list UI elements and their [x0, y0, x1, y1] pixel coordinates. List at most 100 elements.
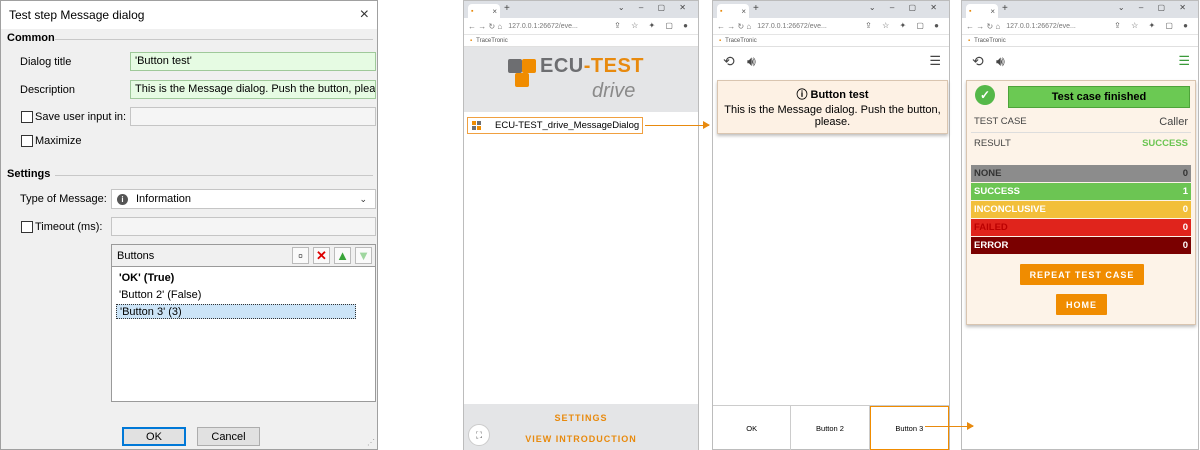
description-field[interactable]: This is the Message dialog. Push the but…: [130, 80, 376, 99]
address-bar[interactable]: ← → ↻ ⌂ 127.0.0.1:26672/eve... ⇪ ☆ ✦ ▢ ●: [713, 18, 949, 35]
favicon-icon: ▪: [969, 7, 972, 15]
stat-failed: FAILED 0: [971, 219, 1191, 236]
stat-value: 0: [1182, 240, 1188, 251]
stat-value: 0: [1182, 168, 1188, 179]
move-down-icon[interactable]: ▼: [355, 247, 372, 264]
address-bar[interactable]: ← → ↻ ⌂ 127.0.0.1:26672/eve... ⇪ ☆ ✦ ▢ ●: [962, 18, 1198, 35]
resize-grip-icon[interactable]: ⋰: [367, 438, 375, 447]
type-of-message-value: Information: [136, 193, 192, 205]
bookmark-bar: ▪ TraceTronic: [962, 35, 1198, 47]
testcase-icon: [472, 121, 481, 130]
list-check-icon[interactable]: ☰: [1178, 53, 1190, 69]
extension-icons[interactable]: ⇪ ☆ ✦ ▢ ●: [1114, 21, 1192, 30]
new-tab-icon[interactable]: +: [1002, 3, 1008, 14]
favicon-icon: ▪: [720, 7, 723, 15]
save-input-label: Save user input in:: [35, 111, 127, 123]
maximize-checkbox[interactable]: [21, 135, 33, 147]
button-2[interactable]: Button 2: [791, 406, 870, 450]
testcase-label: ECU-TEST_drive_MessageDialog: [495, 120, 640, 131]
browser-tab[interactable]: ▪ ×: [468, 4, 500, 18]
extension-icons[interactable]: ⇪ ☆ ✦ ▢ ●: [614, 21, 692, 30]
maximize-label: Maximize: [35, 135, 82, 147]
nav-arrows-icon[interactable]: ← → ↻ ⌂: [966, 22, 1000, 31]
repeat-test-case-button[interactable]: REPEAT TEST CASE: [1020, 264, 1144, 285]
browser-tab[interactable]: ▪ ×: [966, 4, 998, 18]
result-row: RESULT SUCCESS: [971, 138, 1191, 155]
flow-arrow: [645, 121, 710, 129]
bookmark-label[interactable]: TraceTronic: [974, 38, 1006, 44]
window-controls[interactable]: ⌄ – ▢ ✕: [1118, 3, 1192, 12]
cancel-button[interactable]: Cancel: [197, 427, 260, 446]
move-up-icon[interactable]: ▲: [334, 247, 351, 264]
list-item[interactable]: 'Button 2' (False): [116, 288, 204, 303]
url-text[interactable]: 127.0.0.1:26672/eve...: [1006, 23, 1076, 30]
delete-icon[interactable]: ✕: [313, 247, 330, 264]
bookmark-bar: ▪ TraceTronic: [713, 35, 949, 47]
test-case-label: TEST CASE: [974, 116, 1027, 127]
buttons-header: Buttons: [117, 250, 155, 262]
ok-button[interactable]: OK: [713, 406, 792, 450]
message-card: ⓘ Button test This is the Message dialog…: [717, 80, 948, 134]
logo-square-icon: [508, 59, 522, 73]
bookmark-label[interactable]: TraceTronic: [725, 38, 757, 44]
new-item-icon[interactable]: ▫: [292, 247, 309, 264]
home-button[interactable]: HOME: [1056, 294, 1107, 315]
test-finished-banner: Test case finished: [1008, 86, 1190, 108]
new-tab-icon[interactable]: +: [504, 3, 510, 14]
logo-drive: drive: [592, 80, 636, 102]
view-introduction-link[interactable]: VIEW INTRODUCTION: [464, 434, 698, 444]
result-label: RESULT: [974, 138, 1011, 149]
nav-arrows-icon[interactable]: ← → ↻ ⌂: [468, 22, 502, 31]
extension-icons[interactable]: ⇪ ☆ ✦ ▢ ●: [865, 21, 943, 30]
list-item[interactable]: 'Button 3' (3): [116, 304, 356, 319]
stop-icon[interactable]: ⟲: [972, 53, 984, 70]
new-tab-icon[interactable]: +: [753, 3, 759, 14]
bookmark-icon: ▪: [470, 37, 473, 44]
timeout-label: Timeout (ms):: [35, 221, 103, 233]
info-circle-icon: ⓘ: [796, 89, 808, 101]
testcase-item[interactable]: ECU-TEST_drive_MessageDialog: [467, 117, 643, 134]
speaker-icon[interactable]: 🔊︎: [747, 53, 756, 70]
close-tab-icon[interactable]: ×: [492, 7, 497, 16]
fullscreen-icon[interactable]: ⛶: [468, 424, 490, 446]
settings-link[interactable]: SETTINGS: [464, 413, 698, 423]
save-input-field[interactable]: [130, 107, 376, 126]
ok-button[interactable]: OK: [122, 427, 186, 446]
window-controls[interactable]: ⌄ – ▢ ✕: [618, 3, 692, 12]
timeout-checkbox[interactable]: [21, 221, 33, 233]
test-case-value: Caller: [1159, 116, 1188, 128]
info-icon: i: [117, 193, 128, 205]
logo-ecu: ECU: [540, 55, 584, 77]
section-settings: Settings: [7, 168, 51, 180]
type-of-message-select[interactable]: i Information ⌄: [111, 189, 376, 209]
close-icon[interactable]: ×: [360, 6, 369, 24]
logo-test: -TEST: [583, 55, 645, 77]
divider: [55, 39, 373, 40]
stop-icon[interactable]: ⟲: [723, 53, 735, 70]
bookmark-label[interactable]: TraceTronic: [476, 38, 508, 44]
browser-tab[interactable]: ▪ ×: [717, 4, 749, 18]
section-common: Common: [7, 32, 55, 44]
window-controls[interactable]: ⌄ – ▢ ✕: [869, 3, 943, 12]
save-input-checkbox[interactable]: [21, 111, 33, 123]
tab-bar: ▪ × + ⌄ – ▢ ✕: [962, 1, 1198, 18]
dialog-title-label: Dialog title: [20, 56, 72, 68]
stat-label: INCONCLUSIVE: [974, 204, 1046, 215]
bookmark-bar: ▪ TraceTronic: [464, 35, 698, 47]
info-list-icon[interactable]: ☰: [929, 53, 941, 69]
list-item[interactable]: 'OK' (True): [116, 271, 177, 286]
message-button-bar: OK Button 2 Button 3: [713, 405, 949, 450]
close-tab-icon[interactable]: ×: [990, 7, 995, 16]
dialog-title-field[interactable]: 'Button test': [130, 52, 376, 71]
divider: [55, 175, 373, 176]
button-3[interactable]: Button 3: [869, 406, 949, 450]
url-text[interactable]: 127.0.0.1:26672/eve...: [757, 23, 827, 30]
timeout-field[interactable]: [111, 217, 376, 236]
url-text[interactable]: 127.0.0.1:26672/eve...: [508, 23, 578, 30]
browser-window-message: ▪ × + ⌄ – ▢ ✕ ← → ↻ ⌂ 127.0.0.1:26672/eve…: [712, 0, 950, 450]
speaker-icon[interactable]: 🔊︎: [996, 53, 1005, 70]
favicon-icon: ▪: [471, 7, 474, 15]
nav-arrows-icon[interactable]: ← → ↻ ⌂: [717, 22, 751, 31]
close-tab-icon[interactable]: ×: [741, 7, 746, 16]
address-bar[interactable]: ← → ↻ ⌂ 127.0.0.1:26672/eve... ⇪ ☆ ✦ ▢ ●: [464, 18, 698, 35]
